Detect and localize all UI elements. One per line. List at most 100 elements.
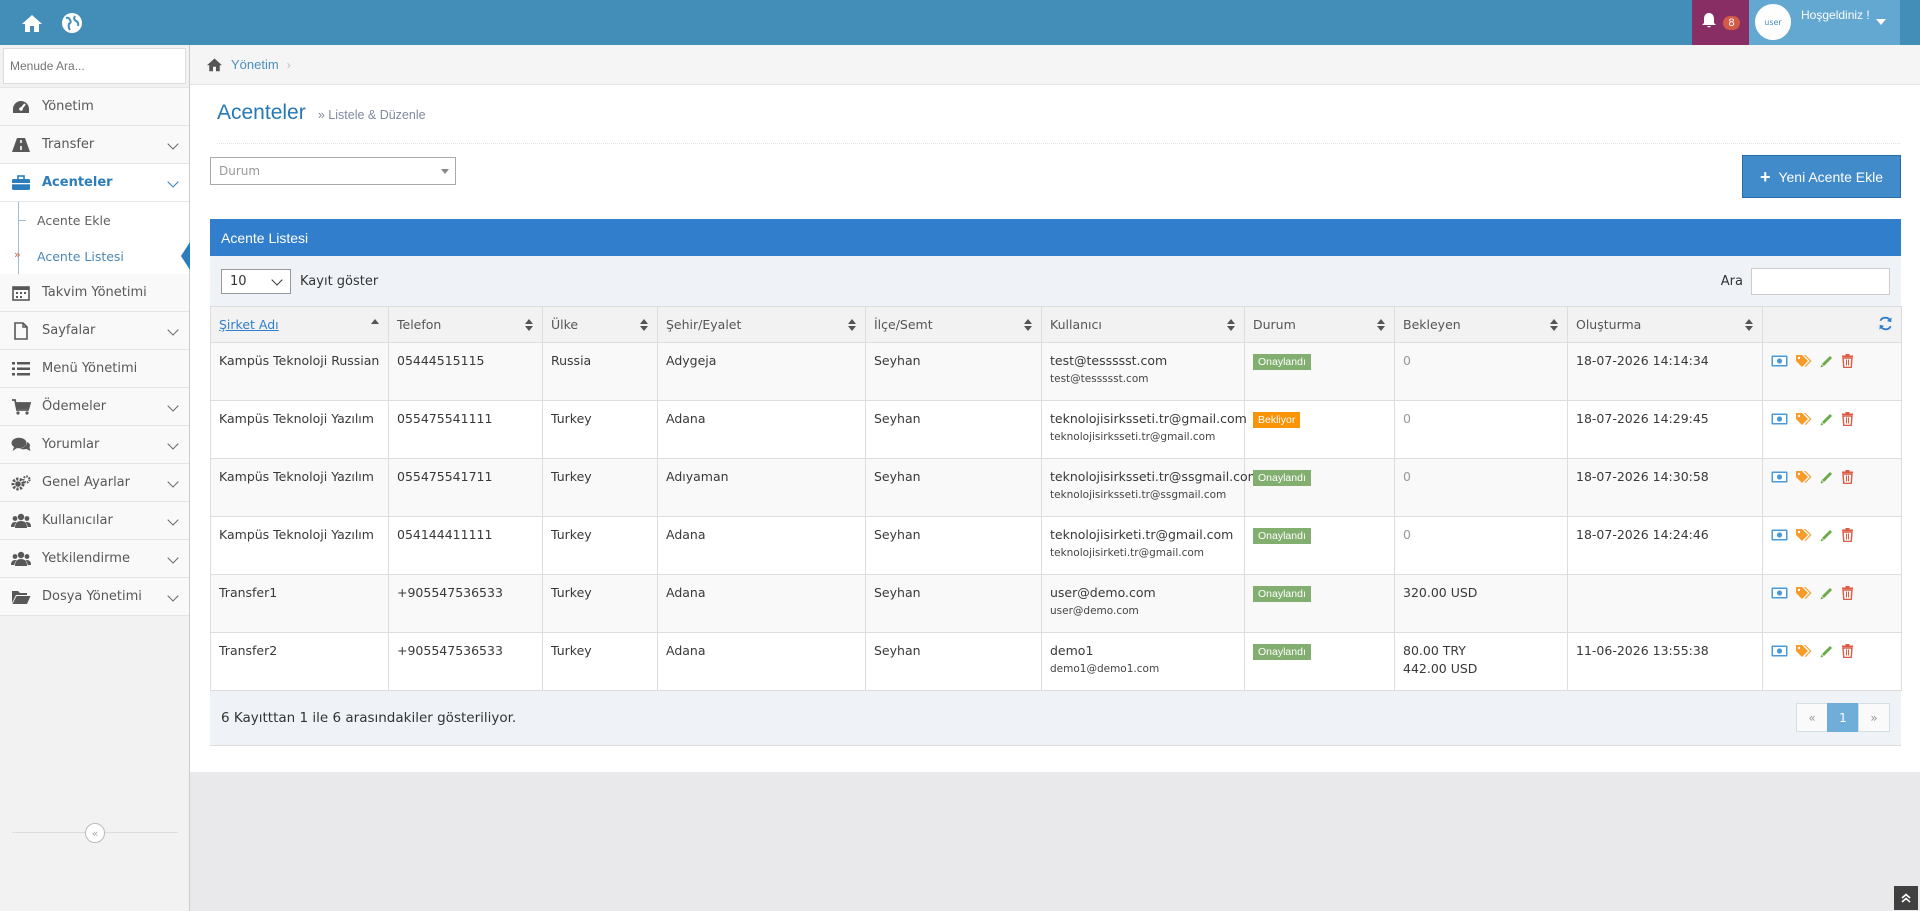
district: Seyhan <box>874 411 921 426</box>
tags-icon[interactable] <box>1795 644 1813 658</box>
breadcrumb-home-link[interactable]: Yönetim <box>231 57 279 72</box>
notifications-button[interactable]: 8 <box>1692 0 1749 45</box>
sidebar-subitem-acente-ekle[interactable]: Acente Ekle <box>0 202 189 238</box>
refresh-icon[interactable] <box>1878 316 1893 331</box>
sidebar-collapse: « <box>0 823 190 843</box>
pagination-page[interactable]: 1 <box>1827 703 1859 732</box>
company-name: Kampüs Teknoloji Russian <box>219 353 380 368</box>
sort-icon <box>1745 319 1753 331</box>
edit-icon[interactable] <box>1820 470 1834 484</box>
add-agency-button[interactable]: + Yeni Acente Ekle <box>1742 155 1901 198</box>
user-menu[interactable]: user Hoşgeldiniz ! <box>1749 0 1900 45</box>
sidebar-item-kullanicilar[interactable]: Kullanıcılar <box>0 502 189 540</box>
column-header-pending[interactable]: Bekleyen <box>1394 306 1568 343</box>
sidebar-item-yetkilendirme[interactable]: Yetkilendirme <box>0 540 189 578</box>
column-header-city[interactable]: Şehir/Eyalet <box>657 306 866 343</box>
username: teknolojisirksseti.tr@gmail.com <box>1050 411 1247 426</box>
table-row: Kampüs Teknoloji Yazılım 055475541111 Tu… <box>210 400 1902 459</box>
column-header-user[interactable]: Kullanıcı <box>1041 306 1245 343</box>
sidebar-subitem-acente-listesi[interactable]: » Acente Listesi <box>0 238 190 274</box>
sidebar-item-sayfalar[interactable]: Sayfalar <box>0 312 189 350</box>
caret-down-icon <box>1876 19 1886 25</box>
status-filter-select[interactable]: Durum <box>210 157 456 185</box>
cell-actions <box>1762 632 1902 691</box>
pagination-prev[interactable]: « <box>1796 703 1828 732</box>
created-date: 18-07-2026 14:24:46 <box>1576 527 1709 542</box>
sidebar-item-menu-yonetimi[interactable]: Menü Yönetimi <box>0 350 189 388</box>
sidebar-item-label: Yönetim <box>42 99 94 114</box>
cell-pending: 0 <box>1394 458 1568 517</box>
view-icon[interactable] <box>1771 413 1788 425</box>
table-search-input[interactable] <box>1751 268 1890 295</box>
edit-icon[interactable] <box>1820 412 1834 426</box>
view-icon[interactable] <box>1771 645 1788 657</box>
column-header-district[interactable]: İlçe/Semt <box>865 306 1042 343</box>
column-header-company[interactable]: Şirket Adı <box>210 306 389 343</box>
home-icon[interactable] <box>20 11 44 35</box>
delete-icon[interactable] <box>1841 470 1854 484</box>
cell-actions <box>1762 458 1902 517</box>
pending-amount: 0 <box>1403 527 1411 542</box>
comments-icon <box>10 436 32 454</box>
tags-icon[interactable] <box>1795 354 1813 368</box>
plus-icon: + <box>1759 166 1771 187</box>
sidebar-item-dosya-yonetimi[interactable]: Dosya Yönetimi <box>0 578 189 616</box>
page-title: Acenteler <box>217 101 306 124</box>
sidebar-item-yonetim[interactable]: Yönetim <box>0 88 189 126</box>
column-header-created[interactable]: Oluşturma <box>1567 306 1763 343</box>
sidebar-item-yorumlar[interactable]: Yorumlar <box>0 426 189 464</box>
cell-pending: 320.00 USD <box>1394 574 1568 633</box>
delete-icon[interactable] <box>1841 586 1854 600</box>
delete-icon[interactable] <box>1841 528 1854 542</box>
cell-company: Kampüs Teknoloji Russian <box>210 342 389 401</box>
tags-icon[interactable] <box>1795 528 1813 542</box>
cell-company: Kampüs Teknoloji Yazılım <box>210 458 389 517</box>
view-icon[interactable] <box>1771 587 1788 599</box>
column-header-country[interactable]: Ülke <box>542 306 658 343</box>
sidebar-item-label: Menü Yönetimi <box>42 361 138 376</box>
delete-icon[interactable] <box>1841 644 1854 658</box>
pagination-next[interactable]: » <box>1858 703 1890 732</box>
view-icon[interactable] <box>1771 471 1788 483</box>
cell-country: Turkey <box>542 458 658 517</box>
sidebar-item-transfer[interactable]: Transfer <box>0 126 189 164</box>
edit-icon[interactable] <box>1820 644 1834 658</box>
row-actions <box>1771 527 1893 542</box>
city: Adana <box>666 585 706 600</box>
table-body: Kampüs Teknoloji Russian 05444515115 Rus… <box>210 342 1902 691</box>
chevron-down-icon <box>167 476 179 488</box>
edit-icon[interactable] <box>1820 528 1834 542</box>
edit-icon[interactable] <box>1820 586 1834 600</box>
tags-icon[interactable] <box>1795 586 1813 600</box>
country: Turkey <box>551 643 592 658</box>
view-icon[interactable] <box>1771 355 1788 367</box>
sidebar-item-takvim[interactable]: Takvim Yönetimi <box>0 274 189 312</box>
column-header-phone[interactable]: Telefon <box>388 306 543 343</box>
column-header-status[interactable]: Durum <box>1244 306 1395 343</box>
cell-phone: 055475541711 <box>388 458 543 517</box>
delete-icon[interactable] <box>1841 354 1854 368</box>
sidebar-item-genel-ayarlar[interactable]: Genel Ayarlar <box>0 464 189 502</box>
scroll-to-top-button[interactable] <box>1894 886 1918 910</box>
pagination: « 1 » <box>1796 703 1890 732</box>
sidebar-item-odemeler[interactable]: Ödemeler <box>0 388 189 426</box>
sidebar-item-acenteler[interactable]: Acenteler <box>0 164 189 202</box>
delete-icon[interactable] <box>1841 412 1854 426</box>
menu-search-input[interactable] <box>10 59 179 73</box>
phone: +905547536533 <box>397 643 503 658</box>
tags-icon[interactable] <box>1795 470 1813 484</box>
agency-list-widget: Acente Listesi 10 Kayıt göster Ara Şirke… <box>210 219 1902 746</box>
pending-amount: 0 <box>1403 411 1411 426</box>
globe-icon[interactable] <box>60 11 84 35</box>
view-icon[interactable] <box>1771 529 1788 541</box>
tags-icon[interactable] <box>1795 412 1813 426</box>
cell-district: Seyhan <box>865 400 1042 459</box>
users-icon <box>10 550 32 568</box>
active-pointer <box>181 242 190 270</box>
home-icon[interactable] <box>206 57 223 72</box>
chevron-down-icon <box>271 273 283 286</box>
collapse-sidebar-icon[interactable]: « <box>85 823 105 843</box>
edit-icon[interactable] <box>1820 354 1834 368</box>
page-length-select[interactable]: 10 <box>221 268 291 294</box>
cell-user: test@tessssst.com test@tessssst.com <box>1041 342 1245 401</box>
